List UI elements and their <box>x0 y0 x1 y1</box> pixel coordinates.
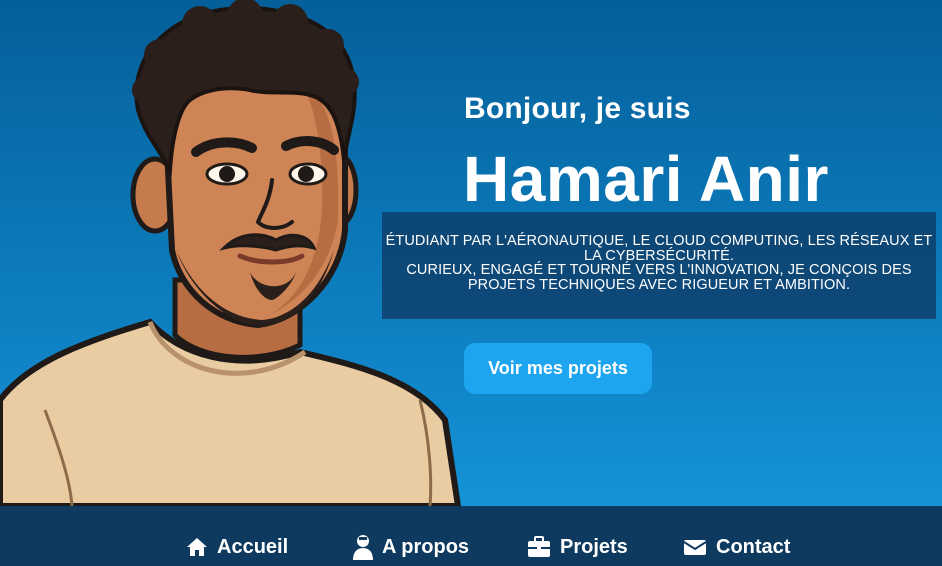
description-box: Étudiant par l'aéronautique, le cloud co… <box>382 212 936 319</box>
home-icon <box>187 538 207 556</box>
greeting-text: Bonjour, je suis <box>464 92 691 125</box>
envelope-icon <box>683 540 707 555</box>
nav-item-label: Projets <box>560 535 628 558</box>
nav-item-a-propos[interactable]: A propos <box>353 532 469 562</box>
nav-item-accueil[interactable]: Accueil <box>186 532 288 562</box>
briefcase-icon <box>528 536 550 557</box>
description-line: Curieux, engagé et tourné vers l'innovat… <box>406 262 912 293</box>
bottom-navbar: Accueil A propos Projets Contact <box>0 506 942 566</box>
person-icon <box>353 535 373 560</box>
nav-item-label: Contact <box>716 535 791 558</box>
nav-item-projets[interactable]: Projets <box>527 532 628 562</box>
nav-item-contact[interactable]: Contact <box>683 532 790 562</box>
nav-item-label: A propos <box>382 535 470 558</box>
nav-item-label: Accueil <box>217 535 289 558</box>
hero-section: Bonjour, je suis Hamari Anir Étudiant pa… <box>0 0 942 506</box>
view-projects-button[interactable]: Voir mes projets <box>464 343 652 394</box>
name-heading: Hamari Anir <box>463 143 829 215</box>
description-line: Étudiant par l'aéronautique, le cloud co… <box>385 233 933 264</box>
